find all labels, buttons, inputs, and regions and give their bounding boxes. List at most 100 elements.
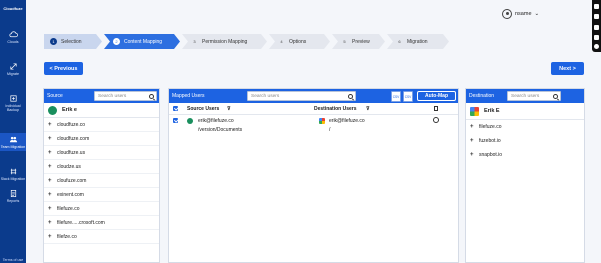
- google-drive-icon: [319, 118, 325, 124]
- sidebar: Cloudfuze Clouds Migrate Individual Back…: [0, 0, 26, 263]
- destination-search-input[interactable]: Search users: [507, 91, 561, 101]
- plus-icon[interactable]: +: [48, 192, 52, 198]
- destination-owner[interactable]: Erik E: [466, 103, 584, 120]
- source-owner[interactable]: Erik e: [44, 103, 159, 118]
- sidebar-item-slack-migration[interactable]: Slack Migration: [0, 167, 26, 181]
- home-icon[interactable]: [594, 4, 599, 9]
- remove-mapping-icon[interactable]: [433, 117, 439, 123]
- search-icon[interactable]: [553, 94, 558, 99]
- step-permission-mapping[interactable]: 3 Permission Mapping: [182, 34, 267, 49]
- message-icon[interactable]: [594, 35, 599, 40]
- mapped-search-input[interactable]: Search users: [247, 91, 356, 101]
- dest-email: erik@filefuze.co: [329, 118, 365, 124]
- reports-icon: [10, 189, 16, 198]
- list-item[interactable]: + filefuze.co: [466, 120, 584, 134]
- csv-download-icon[interactable]: CSV: [391, 91, 401, 102]
- row-checkbox[interactable]: [173, 118, 178, 123]
- step-label: Selection: [61, 38, 82, 45]
- csv-upload-icon[interactable]: CSV: [403, 91, 413, 102]
- step-selection[interactable]: 1 Selection: [44, 34, 102, 49]
- sidebar-item-migrate[interactable]: Migrate: [0, 62, 26, 76]
- list-item[interactable]: + cloudfuze.us: [44, 146, 159, 160]
- trash-icon[interactable]: [434, 106, 438, 111]
- plus-icon[interactable]: +: [470, 152, 474, 158]
- owner-name: Erik e: [62, 107, 77, 113]
- plus-icon[interactable]: +: [48, 178, 52, 184]
- plus-icon[interactable]: +: [48, 122, 52, 128]
- right-toolbar: [592, 0, 601, 52]
- sidebar-item-label: Clouds: [7, 40, 19, 44]
- col-destination-users: Destination Users: [314, 105, 357, 112]
- list-item[interactable]: + cloudze.us: [44, 160, 159, 174]
- step-preview[interactable]: 5 Preview: [332, 34, 385, 49]
- destination-panel: Destination Search users Erik E + filefuz…: [465, 88, 585, 263]
- step-content-mapping[interactable]: 2 Content Mapping: [104, 34, 180, 49]
- item-label: filefze.co: [57, 233, 77, 240]
- brand-logo[interactable]: Cloudfuze: [1, 6, 25, 11]
- source-search-input[interactable]: Search users: [94, 91, 157, 101]
- source-title: Source: [47, 93, 63, 99]
- filter-icon[interactable]: ⊽: [366, 106, 370, 112]
- search-placeholder: Search users: [98, 93, 127, 99]
- step-number: 3: [193, 39, 196, 44]
- source-panel: Source Search users Erik e + cloudfuze.co…: [43, 88, 160, 263]
- list-item[interactable]: + cloudfuze.co: [44, 118, 159, 132]
- search-placeholder: Search users: [251, 93, 280, 99]
- plus-icon[interactable]: +: [48, 150, 52, 156]
- list-item[interactable]: + filefze.co: [44, 230, 159, 244]
- gear-icon[interactable]: [594, 44, 599, 49]
- plus-icon[interactable]: +: [48, 136, 52, 142]
- step-label: Preview: [352, 38, 370, 45]
- sidebar-item-individual-backup[interactable]: Individual Backup: [0, 94, 26, 112]
- camera-icon[interactable]: [594, 14, 599, 19]
- list-item[interactable]: + exinent.com: [44, 188, 159, 202]
- backup-icon: [9, 95, 17, 102]
- step-options[interactable]: 4 Options: [269, 34, 330, 49]
- terms-link[interactable]: Terms of use: [0, 258, 26, 262]
- sidebar-item-clouds[interactable]: Clouds: [0, 30, 26, 44]
- dest-path: /: [329, 127, 331, 133]
- destination-title: Destination: [469, 93, 495, 99]
- migrate-icon: [9, 63, 17, 70]
- google-drive-icon: [470, 106, 479, 116]
- source-path: /version/Documents: [198, 127, 243, 133]
- plus-icon[interactable]: +: [470, 124, 474, 130]
- list-item[interactable]: + snapbot.io: [466, 148, 584, 162]
- team-icon: [9, 136, 17, 143]
- sidebar-item-label: Migrate: [7, 72, 19, 76]
- select-all-checkbox[interactable]: [173, 106, 178, 111]
- item-label: cloudfuze.com: [57, 135, 90, 142]
- chevron-down-icon: ⌄: [534, 11, 540, 17]
- search-icon[interactable]: [149, 94, 154, 99]
- csv-label: CSV: [392, 95, 400, 99]
- step-label: Migration: [407, 38, 428, 45]
- item-label: snapbot.io: [479, 152, 503, 158]
- item-label: cloudfuze.us: [57, 149, 86, 156]
- sidebar-item-reports[interactable]: Reports: [0, 189, 26, 203]
- previous-button[interactable]: < Previous: [44, 62, 83, 75]
- slack-icon: [10, 168, 16, 175]
- sidebar-item-team-migration[interactable]: Team Migration: [0, 133, 26, 151]
- plus-icon[interactable]: +: [48, 220, 52, 226]
- user-menu[interactable]: nsame ⌄: [502, 9, 539, 19]
- sidebar-item-label: Individual Backup: [5, 104, 21, 112]
- plus-icon[interactable]: +: [48, 234, 52, 240]
- list-item[interactable]: + cloudfuze.com: [44, 132, 159, 146]
- step-migration[interactable]: 6 Migration: [387, 34, 449, 49]
- plus-icon[interactable]: +: [470, 138, 474, 144]
- auto-map-button[interactable]: Auto-Map: [417, 91, 456, 101]
- plus-icon[interactable]: +: [48, 206, 52, 212]
- list-item[interactable]: + fuzebot.io: [466, 134, 584, 148]
- list-item[interactable]: + filefure.....crosoft.com: [44, 216, 159, 230]
- filter-icon[interactable]: ⊽: [227, 106, 231, 112]
- item-label: cloudze.us: [57, 163, 81, 170]
- next-button[interactable]: Next >: [551, 62, 584, 75]
- mapped-table-header: Source Users ⊽ Destination Users ⊽: [169, 103, 458, 115]
- csv-label: CSV: [404, 95, 412, 99]
- folder-icon[interactable]: [594, 25, 599, 30]
- item-label: filefure.....crosoft.com: [57, 219, 105, 226]
- list-item[interactable]: + filefuze.co: [44, 202, 159, 216]
- list-item[interactable]: + cloufuze.com: [44, 174, 159, 188]
- search-icon[interactable]: [348, 94, 353, 99]
- plus-icon[interactable]: +: [48, 164, 52, 170]
